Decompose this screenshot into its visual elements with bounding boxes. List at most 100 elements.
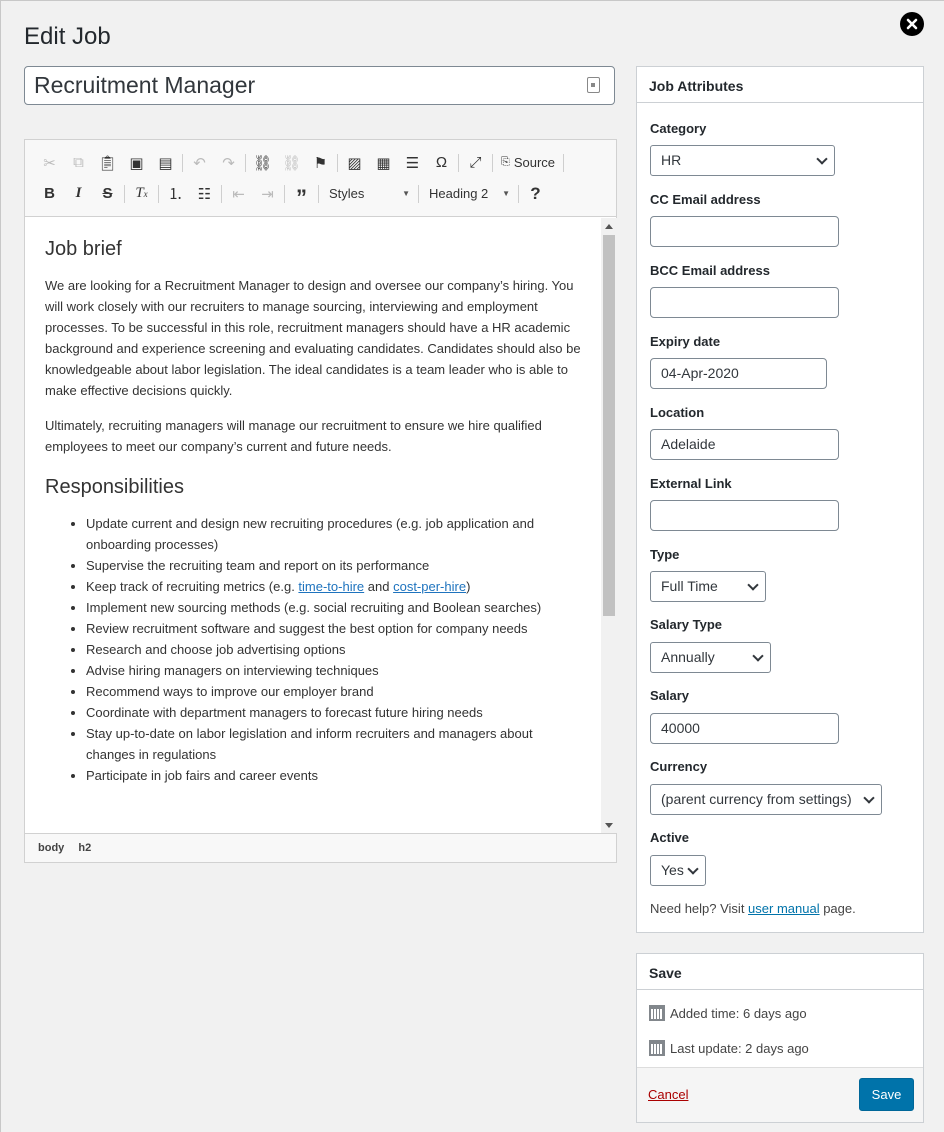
toolbar-separator xyxy=(221,184,222,203)
toolbar-separator xyxy=(245,153,246,172)
category-value: HR xyxy=(661,152,682,168)
salary-type-select[interactable]: Annually xyxy=(650,642,771,673)
bcc-email-label: BCC Email address xyxy=(650,263,770,278)
help-suffix: page. xyxy=(819,901,856,916)
cc-email-label: CC Email address xyxy=(650,192,761,207)
list-item: Research and choose job advertising opti… xyxy=(86,639,545,660)
user-manual-link[interactable]: user manual xyxy=(748,901,820,916)
job-attributes-panel: Job Attributes Category HR CC Email addr… xyxy=(636,66,924,933)
editor-content[interactable]: Job brief We are looking for a Recruitme… xyxy=(25,217,602,833)
currency-label: Currency xyxy=(650,759,708,774)
category-label: Category xyxy=(650,121,707,136)
bcc-email-field[interactable] xyxy=(650,287,839,318)
cancel-link[interactable]: Cancel xyxy=(648,1087,688,1102)
toolbar-separator xyxy=(458,153,459,172)
page-title: Edit Job xyxy=(24,23,111,50)
autofill-icon[interactable] xyxy=(587,77,600,93)
paste-icon[interactable]: 📋︎ xyxy=(93,150,122,176)
element-path-bar: body h2 xyxy=(25,833,616,862)
external-link-field[interactable] xyxy=(650,500,839,531)
bulleted-list-icon[interactable]: ☷ xyxy=(190,181,219,207)
copy-icon[interactable]: ⧉ xyxy=(64,150,93,176)
toolbar-separator xyxy=(124,184,125,203)
image-icon[interactable]: ▨ xyxy=(340,150,369,176)
type-select[interactable]: Full Time xyxy=(650,571,766,602)
job-title-input[interactable] xyxy=(24,66,615,105)
chevron-down-icon xyxy=(863,791,875,804)
type-label: Type xyxy=(650,547,680,562)
editor-scrollbar[interactable] xyxy=(601,218,617,833)
chevron-down-icon xyxy=(816,152,828,165)
paste-text-icon[interactable]: ▣ xyxy=(122,150,151,176)
anchor-flag-icon[interactable]: ⚑ xyxy=(306,150,335,176)
toolbar-separator xyxy=(563,153,565,172)
source-icon: ⎘ xyxy=(501,156,510,168)
close-button[interactable] xyxy=(900,12,924,36)
salary-label: Salary xyxy=(650,688,690,703)
list-item-text: ) xyxy=(466,579,471,594)
help-prefix: Need help? Visit xyxy=(650,901,749,916)
salary-field[interactable]: 40000 xyxy=(650,713,839,744)
scroll-down-icon[interactable] xyxy=(605,823,613,828)
chevron-down-icon xyxy=(752,649,764,662)
toolbar-separator xyxy=(182,153,183,172)
added-time-row: Added time: 6 days ago xyxy=(649,1005,807,1021)
time-to-hire-link[interactable]: time-to-hire xyxy=(298,579,364,594)
responsibilities-list: Update current and design new recruiting… xyxy=(45,513,545,786)
chevron-down-icon xyxy=(747,578,759,591)
list-item: Implement new sourcing methods (e.g. soc… xyxy=(86,597,545,618)
active-value: Yes xyxy=(661,862,684,878)
link-icon[interactable]: ⛓ xyxy=(248,150,277,176)
list-item: Advise hiring managers on interviewing t… xyxy=(86,660,545,681)
currency-select[interactable]: (parent currency from settings) xyxy=(650,784,882,815)
outdent-icon[interactable]: ⇤ xyxy=(224,181,253,207)
styles-label: Styles xyxy=(329,186,365,201)
strikethrough-icon[interactable]: S xyxy=(93,181,122,207)
content-heading: Responsibilities xyxy=(45,476,184,498)
remove-format-icon[interactable]: Tx xyxy=(127,181,156,207)
redo-icon[interactable]: ↷ xyxy=(214,150,243,176)
cc-email-field[interactable] xyxy=(650,216,839,247)
category-select[interactable]: HR xyxy=(650,145,835,176)
path-body[interactable]: body xyxy=(38,842,64,854)
scroll-thumb[interactable] xyxy=(603,235,615,616)
cost-per-hire-link[interactable]: cost-per-hire xyxy=(393,579,466,594)
table-icon[interactable]: ▦ xyxy=(369,150,398,176)
content-paragraph: We are looking for a Recruitment Manager… xyxy=(45,278,581,398)
location-field[interactable]: Adelaide xyxy=(650,429,839,460)
type-value: Full Time xyxy=(661,578,718,594)
active-select[interactable]: Yes xyxy=(650,855,706,886)
save-button[interactable]: Save xyxy=(859,1078,914,1111)
list-item: Coordinate with department managers to f… xyxy=(86,702,545,723)
bold-icon[interactable]: B xyxy=(35,181,64,207)
calendar-icon xyxy=(649,1040,665,1056)
path-h2[interactable]: h2 xyxy=(78,842,91,854)
dropdown-arrow-icon: ▼ xyxy=(402,189,410,198)
content-paragraph: Ultimately, recruiting managers will man… xyxy=(45,418,542,454)
content-heading: Job brief xyxy=(45,238,122,260)
toolbar-separator xyxy=(337,153,338,172)
numbered-list-icon[interactable]: ⒈ xyxy=(161,181,190,207)
unlink-icon[interactable]: ⛓ xyxy=(277,150,306,176)
cut-icon[interactable]: ✂ xyxy=(35,150,64,176)
horizontal-line-icon[interactable]: ☰ xyxy=(398,150,427,176)
help-button[interactable]: ? xyxy=(521,181,550,207)
italic-icon[interactable]: I xyxy=(64,181,93,207)
toolbar-separator xyxy=(418,184,419,203)
special-char-icon[interactable]: Ω xyxy=(427,150,456,176)
expiry-date-label: Expiry date xyxy=(650,334,721,349)
format-label: Heading 2 xyxy=(429,186,489,201)
expiry-date-field[interactable]: 04-Apr-2020 xyxy=(650,358,827,389)
salary-type-label: Salary Type xyxy=(650,617,723,632)
source-button[interactable]: ⎘ Source xyxy=(495,150,561,176)
rich-text-editor: ✂ ⧉ 📋︎ ▣ ▤ ↶ ↷ ⛓ ⛓ ⚑ ▨ ▦ ☰ Ω ⤢ ⎘ Source xyxy=(24,139,617,863)
blockquote-icon[interactable]: ” xyxy=(287,181,316,210)
format-dropdown[interactable]: Heading 2 ▼ xyxy=(421,181,516,207)
scroll-up-icon[interactable] xyxy=(605,224,613,229)
undo-icon[interactable]: ↶ xyxy=(185,150,214,176)
paste-word-icon[interactable]: ▤ xyxy=(151,150,180,176)
toolbar-separator xyxy=(158,184,159,203)
styles-dropdown[interactable]: Styles ▼ xyxy=(321,181,416,207)
indent-icon[interactable]: ⇥ xyxy=(253,181,282,207)
maximize-icon[interactable]: ⤢ xyxy=(461,150,490,176)
